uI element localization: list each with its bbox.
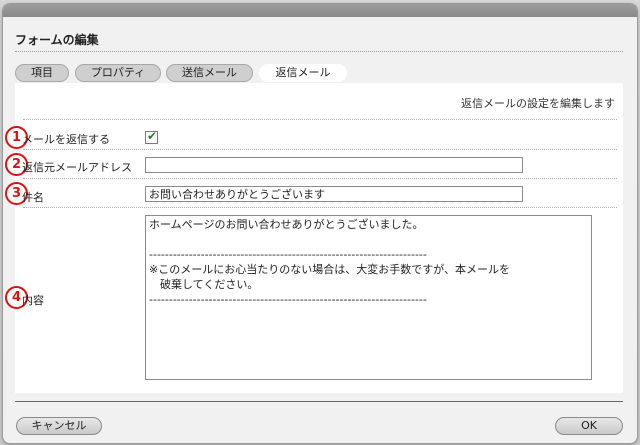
footer-divider: [15, 401, 623, 402]
divider: [23, 178, 617, 179]
from-address-input[interactable]: [145, 157, 523, 173]
divider: [23, 149, 617, 150]
reply-mail-panel: 返信メールの設定を編集します 1 メールを返信する ✔ 2 返信元メールアドレス…: [5, 83, 623, 393]
tab-properties[interactable]: プロパティ: [75, 64, 161, 82]
reply-label: メールを返信する: [22, 133, 110, 146]
from-address-label: 返信元メールアドレス: [22, 161, 132, 174]
dialog-titlebar[interactable]: [3, 4, 637, 17]
divider: [23, 207, 617, 208]
checkmark-icon: ✔: [147, 129, 158, 143]
panel-description: 返信メールの設定を編集します: [461, 97, 615, 110]
tab-reply-mail[interactable]: 返信メール: [259, 64, 347, 82]
subject-label: 件名: [22, 191, 44, 204]
tab-send-mail[interactable]: 送信メール: [166, 64, 253, 82]
body-label: 内容: [22, 294, 44, 307]
body-textarea[interactable]: ホームページのお問い合わせありがとうございました。 --------------…: [145, 215, 592, 380]
edit-form-dialog: フォームの編集 項目 プロパティ 送信メール 返信メール 返信メールの設定を編集…: [3, 4, 637, 443]
divider: [23, 119, 617, 120]
cancel-button[interactable]: キャンセル: [16, 417, 102, 435]
tab-items[interactable]: 項目: [15, 64, 69, 82]
subject-input[interactable]: お問い合わせありがとうございます: [145, 186, 523, 202]
reply-checkbox[interactable]: ✔: [145, 129, 158, 144]
title-divider: [15, 51, 623, 52]
ok-button[interactable]: OK: [555, 417, 623, 435]
dialog-title: フォームの編集: [15, 33, 99, 47]
